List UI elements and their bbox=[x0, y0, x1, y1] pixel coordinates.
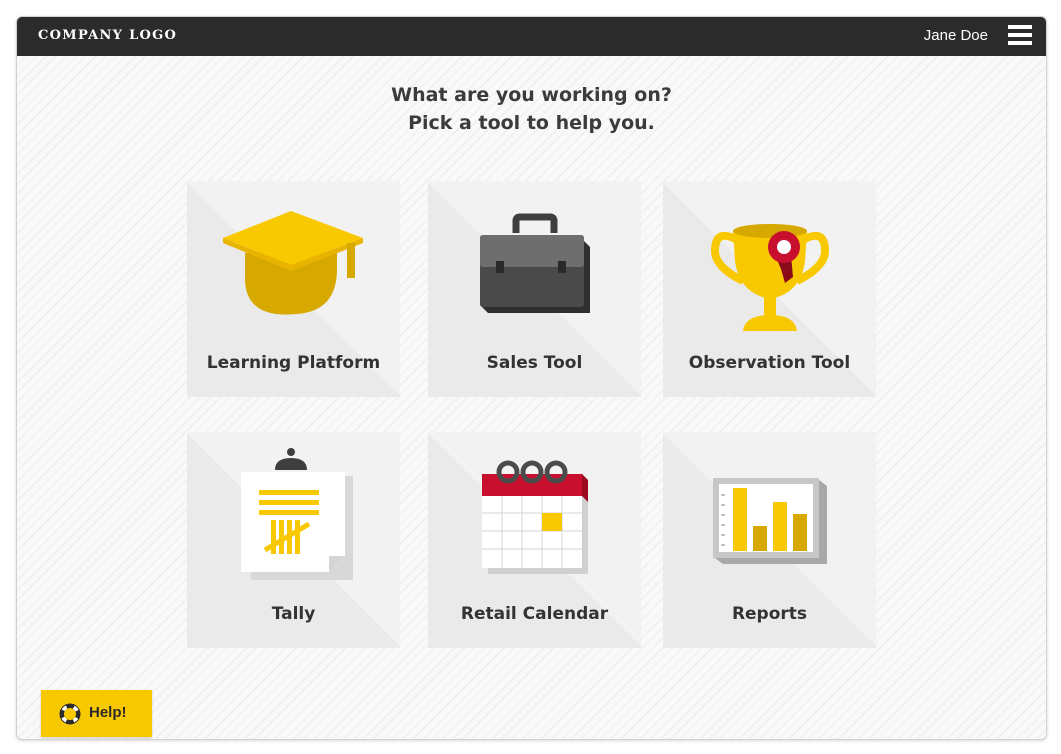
app-window: COMPANY LOGO Jane Doe What are you worki… bbox=[16, 16, 1047, 740]
help-button[interactable]: Help! bbox=[41, 690, 152, 737]
graduation-cap-icon bbox=[223, 211, 363, 315]
heading-line-2: Pick a tool to help you. bbox=[408, 112, 655, 134]
tool-tile-observation-tool[interactable]: Observation Tool bbox=[663, 181, 876, 397]
help-label: Help! bbox=[89, 704, 127, 721]
tool-label: Tally bbox=[271, 604, 316, 624]
tool-label: Observation Tool bbox=[688, 353, 851, 373]
briefcase-icon bbox=[480, 213, 590, 313]
clipboard-tally-icon bbox=[241, 448, 353, 580]
page-heading: What are you working on? Pick a tool to … bbox=[17, 81, 1046, 137]
trophy-icon bbox=[710, 224, 830, 331]
tool-tile-tally[interactable]: Tally bbox=[187, 432, 400, 648]
calendar-icon bbox=[482, 460, 588, 574]
lifebuoy-icon bbox=[59, 703, 81, 725]
user-name[interactable]: Jane Doe bbox=[924, 27, 988, 44]
tool-tile-learning-platform[interactable]: Learning Platform bbox=[187, 181, 400, 397]
tool-label: Sales Tool bbox=[486, 353, 583, 373]
tool-tile-sales-tool[interactable]: Sales Tool bbox=[428, 181, 641, 397]
tool-tile-reports[interactable]: Reports bbox=[663, 432, 876, 648]
company-logo[interactable]: COMPANY LOGO bbox=[38, 28, 177, 43]
heading-line-1: What are you working on? bbox=[391, 84, 672, 106]
tool-tile-retail-calendar[interactable]: Retail Calendar bbox=[428, 432, 641, 648]
tool-label: Retail Calendar bbox=[460, 604, 609, 624]
bar-chart-icon bbox=[713, 478, 827, 564]
hamburger-menu-icon[interactable] bbox=[1008, 25, 1032, 47]
tool-label: Learning Platform bbox=[206, 353, 381, 373]
top-navigation-bar: COMPANY LOGO Jane Doe bbox=[17, 17, 1046, 56]
tool-label: Reports bbox=[731, 604, 808, 624]
